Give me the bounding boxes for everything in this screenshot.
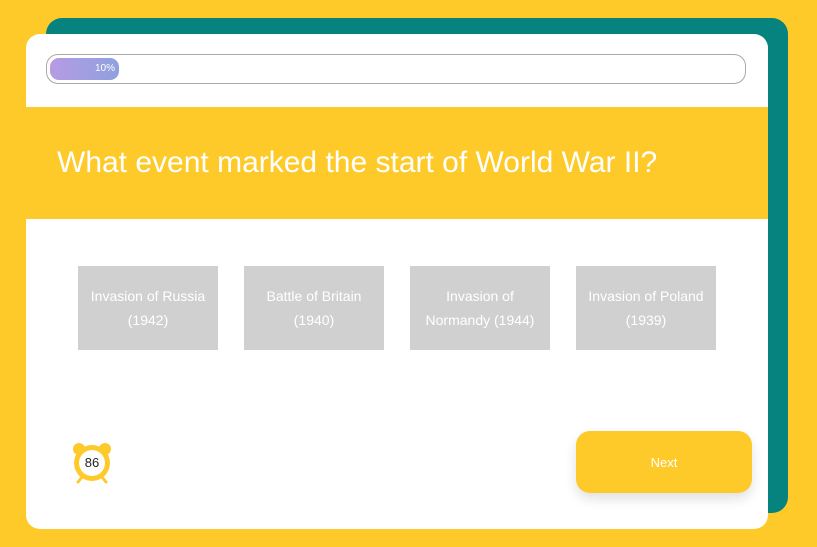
quiz-card: 10% What event marked the start of World… bbox=[26, 34, 768, 529]
timer: 86 bbox=[70, 440, 114, 484]
question-text: What event marked the start of World War… bbox=[57, 146, 658, 179]
question-banner: What event marked the start of World War… bbox=[26, 107, 768, 219]
answer-option-1[interactable]: Invasion of Russia (1942) bbox=[78, 266, 218, 350]
progress-fill: 10% bbox=[50, 58, 119, 80]
answer-options: Invasion of Russia (1942) Battle of Brit… bbox=[78, 266, 718, 350]
timer-value: 86 bbox=[84, 455, 100, 470]
next-button[interactable]: Next bbox=[576, 431, 752, 493]
progress-bar: 10% bbox=[46, 54, 746, 84]
answer-option-2[interactable]: Battle of Britain (1940) bbox=[244, 266, 384, 350]
answer-option-4[interactable]: Invasion of Poland (1939) bbox=[576, 266, 716, 350]
answer-option-3[interactable]: Invasion of Normandy (1944) bbox=[410, 266, 550, 350]
